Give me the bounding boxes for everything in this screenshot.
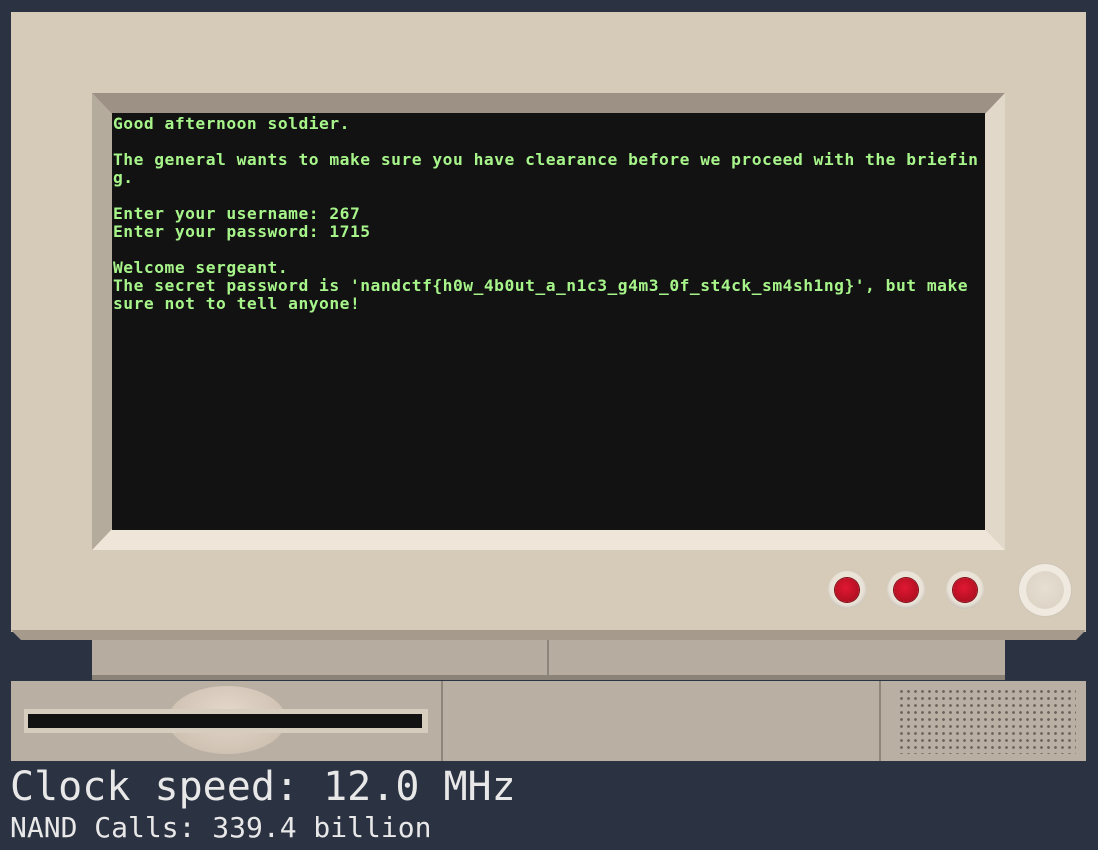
bezel-left [92,93,112,550]
red-indicator-button-2[interactable] [887,571,925,609]
speaker-grille [898,688,1076,754]
power-button[interactable] [1019,564,1071,616]
neck-shadow [92,675,1005,680]
terminal-output: Good afternoon soldier. The general want… [113,114,979,313]
terminal-screen[interactable]: Good afternoon soldier. The general want… [112,113,985,530]
bezel-top [92,93,1005,114]
nand-calls-readout: NAND Calls: 339.4 billion [10,811,432,844]
floppy-disk-slot[interactable] [24,709,428,733]
clock-speed-readout: Clock speed: 12.0 MHz [10,764,516,810]
red-indicator-button-1[interactable] [828,571,866,609]
bezel-bottom [92,529,1005,550]
base-divider [441,681,443,761]
base-divider [879,681,881,761]
red-indicator-button-3[interactable] [946,571,984,609]
neck-divider [547,640,549,676]
monitor-bottom-bevel [11,630,1086,640]
bezel-right [985,93,1005,550]
